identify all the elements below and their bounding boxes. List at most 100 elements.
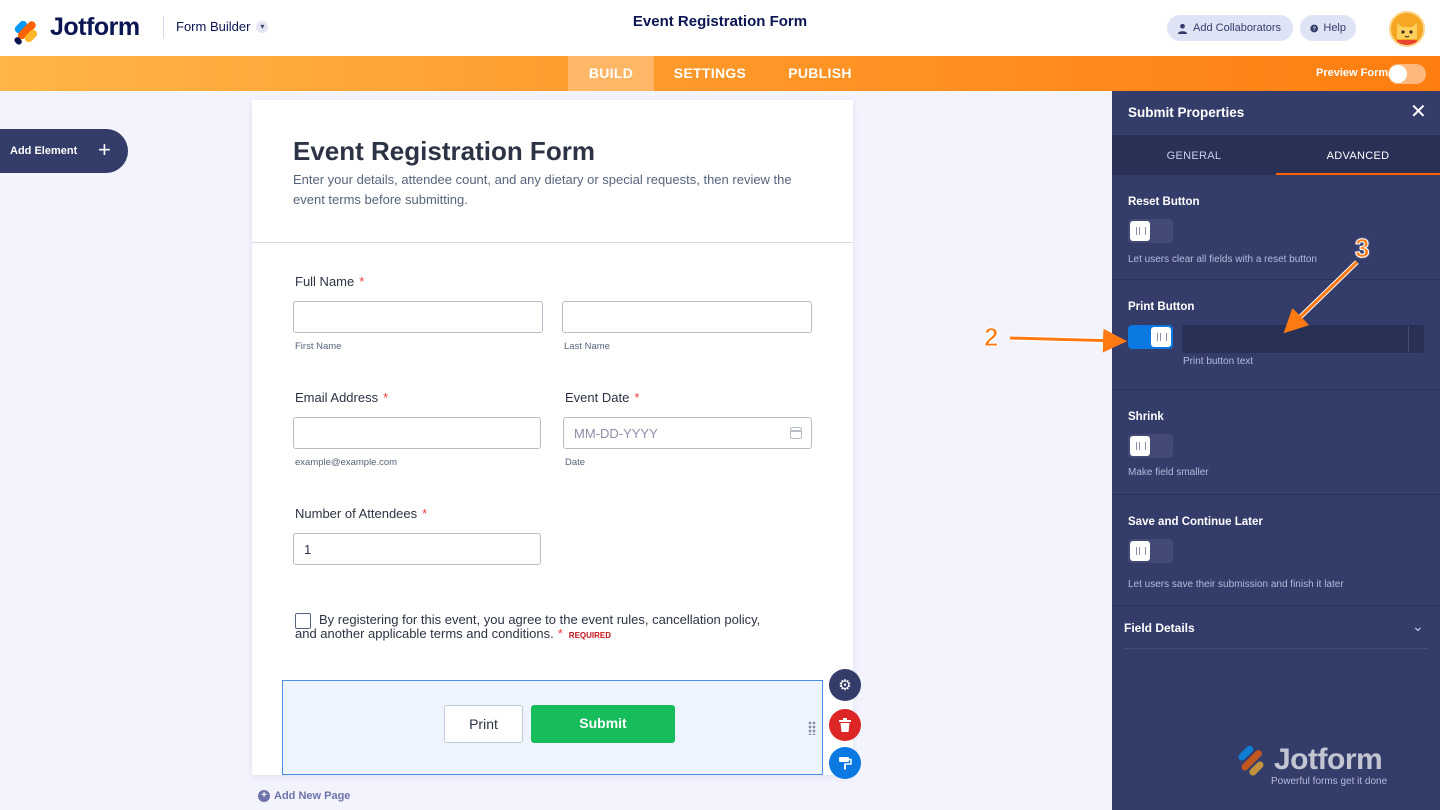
avatar[interactable] [1389, 11, 1425, 47]
last-name-input[interactable] [562, 301, 812, 333]
form-builder-menu[interactable]: Form Builder ▾ [176, 19, 269, 34]
reset-button-label: Reset Button [1128, 196, 1200, 208]
panel-header: Submit Properties ✕ [1112, 91, 1440, 135]
close-icon[interactable]: ✕ [1410, 101, 1427, 123]
submit-button[interactable]: Submit [531, 705, 675, 743]
form-builder-label: Form Builder [176, 19, 251, 34]
terms-label[interactable]: By registering for this event, you agree… [295, 613, 765, 643]
shrink-toggle[interactable] [1128, 434, 1173, 458]
event-date-label[interactable]: Event Date * [565, 390, 639, 405]
print-button-label: Print Button [1128, 301, 1195, 313]
tab-settings[interactable]: SETTINGS [662, 56, 758, 91]
tab-publish[interactable]: PUBLISH [776, 56, 864, 91]
shrink-desc: Make field smaller [1128, 467, 1209, 478]
required-asterisk: * [634, 390, 640, 405]
section-divider [1124, 648, 1428, 649]
calendar-icon[interactable] [790, 427, 802, 439]
avatar-cat-icon [1391, 13, 1423, 45]
add-element-label: Add Element [10, 145, 78, 157]
email-label[interactable]: Email Address * [295, 390, 388, 405]
print-button[interactable]: Print [444, 705, 523, 743]
drag-handle-icon[interactable] [808, 721, 816, 735]
full-name-label-text: Full Name [295, 274, 355, 289]
email-sublabel: example@example.com [295, 457, 398, 468]
field-style-button[interactable] [829, 747, 861, 779]
add-element-button[interactable]: Add Element + [0, 129, 128, 173]
trash-icon [839, 718, 851, 732]
attendees-label-text: Number of Attendees [295, 506, 418, 521]
form-description[interactable]: Enter your details, attendee count, and … [293, 170, 813, 210]
form-heading[interactable]: Event Registration Form [293, 136, 595, 167]
first-name-sublabel: First Name [295, 341, 342, 352]
help-label: Help [1323, 22, 1346, 34]
jotform-logo-icon [1238, 745, 1264, 776]
panel-tabs: GENERAL ADVANCED [1112, 135, 1440, 175]
attendees-label[interactable]: Number of Attendees * [295, 506, 427, 521]
chevron-down-icon: ▾ [256, 20, 269, 33]
email-label-text: Email Address [295, 390, 379, 405]
form-canvas: Event Registration Form Enter your detai… [252, 100, 853, 775]
panel-title: Submit Properties [1128, 105, 1245, 120]
jotform-logo[interactable]: Jotform [13, 12, 140, 46]
reset-button-desc: Let users clear all fields with a reset … [1128, 254, 1317, 265]
annotation-arrow-2 [1009, 328, 1127, 353]
add-collaborators-label: Add Collaborators [1193, 22, 1282, 34]
add-new-page-button[interactable]: + Add New Page [258, 790, 350, 802]
preview-form-label: Preview Form [1316, 67, 1389, 79]
terms-checkbox[interactable] [295, 613, 311, 629]
field-details-section[interactable]: Field Details [1124, 621, 1195, 635]
save-continue-label: Save and Continue Later [1128, 516, 1263, 528]
required-asterisk: * [383, 390, 389, 405]
chevron-down-icon[interactable]: ⌄ [1412, 618, 1424, 635]
section-divider [1112, 279, 1440, 280]
submit-field-selected[interactable]: Print Submit [282, 680, 823, 775]
attendees-input[interactable]: 1 [293, 533, 541, 565]
section-divider [1112, 605, 1440, 606]
tab-general[interactable]: GENERAL [1112, 135, 1276, 175]
tab-advanced[interactable]: ADVANCED [1276, 135, 1440, 175]
full-name-label[interactable]: Full Name * [295, 274, 364, 289]
email-input[interactable] [293, 417, 541, 449]
preview-form-toggle[interactable] [1388, 64, 1426, 84]
add-new-page-label: Add New Page [274, 790, 351, 802]
shrink-label: Shrink [1128, 411, 1164, 423]
toggle-knob [1130, 541, 1150, 561]
form-divider [252, 242, 853, 243]
add-collaborators-button[interactable]: Add Collaborators [1167, 15, 1293, 41]
event-date-sublabel: Date [565, 457, 586, 468]
jotform-logo-icon [13, 13, 42, 46]
svg-text:?: ? [1312, 26, 1316, 32]
toggle-knob [1151, 327, 1171, 347]
header-divider [163, 16, 164, 38]
annotation-arrow-2-outline [1009, 335, 1119, 344]
print-button-toggle[interactable] [1128, 325, 1173, 349]
terms-text: By registering for this event, you agree… [295, 612, 761, 641]
field-properties-button[interactable]: ⚙ [829, 669, 861, 701]
toggle-knob [1130, 221, 1150, 241]
required-asterisk: * [422, 506, 428, 521]
user-icon [1177, 23, 1188, 34]
annotation-marker-3: 3 [1354, 233, 1370, 264]
reset-button-toggle[interactable] [1128, 219, 1173, 243]
event-date-placeholder: MM-DD-YYYY [574, 426, 658, 441]
submit-properties-panel: Submit Properties ✕ GENERAL ADVANCED Res… [1112, 91, 1440, 810]
toggle-knob [1130, 436, 1150, 456]
event-date-label-text: Event Date [565, 390, 630, 405]
toggle-knob [1389, 65, 1407, 83]
first-name-input[interactable] [293, 301, 543, 333]
plus-circle-icon: + [258, 790, 270, 802]
help-button[interactable]: ? Help [1300, 15, 1356, 41]
top-header: Jotform Form Builder ▾ Event Registratio… [0, 0, 1440, 56]
section-divider [1112, 494, 1440, 495]
plus-icon: + [98, 137, 111, 162]
print-button-text-input[interactable] [1182, 325, 1424, 353]
required-asterisk: * [557, 626, 563, 641]
builder-nav-bar: BUILD SETTINGS PUBLISH Preview Form [0, 56, 1440, 91]
save-continue-toggle[interactable] [1128, 539, 1173, 563]
section-divider [1112, 389, 1440, 390]
delete-field-button[interactable] [829, 709, 861, 741]
save-continue-desc: Let users save their submission and fini… [1128, 579, 1344, 590]
tab-build[interactable]: BUILD [568, 56, 654, 91]
last-name-sublabel: Last Name [564, 341, 610, 352]
event-date-input[interactable]: MM-DD-YYYY [563, 417, 812, 449]
